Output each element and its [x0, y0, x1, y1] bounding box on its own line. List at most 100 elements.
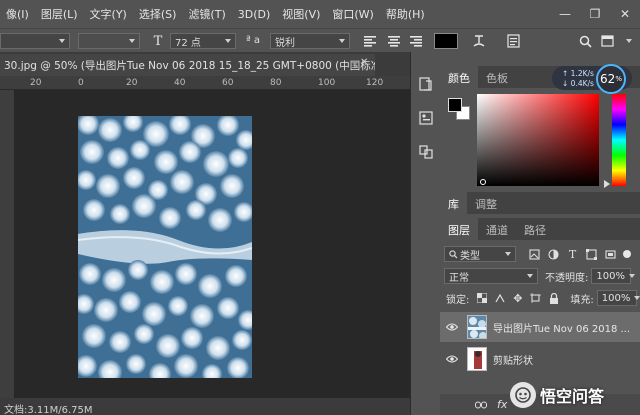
options-bar: T 72 点 ª a 锐利	[0, 28, 640, 52]
lock-all-icon[interactable]	[547, 292, 560, 305]
tab-adjustments[interactable]: 调整	[467, 192, 505, 214]
menu-filter[interactable]: 滤镜(T)	[182, 6, 231, 22]
tab-swatches[interactable]: 色板	[478, 66, 516, 88]
type-filter-icon[interactable]: T	[566, 248, 579, 261]
font-family-select[interactable]	[0, 33, 70, 49]
anti-alias-select[interactable]: 锐利	[270, 33, 350, 49]
search-icon[interactable]	[576, 33, 594, 49]
fill-label: 填充:	[570, 294, 594, 306]
lock-transparent-icon[interactable]	[475, 292, 488, 305]
ruler-tick: 120	[366, 78, 384, 88]
character-panel-icon[interactable]	[504, 33, 522, 49]
lock-label: 锁定:	[446, 294, 470, 306]
layer-row-export[interactable]: 导出图片Tue Nov 06 2018 ...	[440, 312, 640, 342]
window-controls: — ❐ ✕	[550, 0, 640, 28]
chevron-down-icon	[225, 39, 231, 43]
chevron-down-icon	[339, 39, 345, 43]
ruler-tick: 40	[174, 78, 186, 88]
layer-thumbnail	[467, 315, 487, 339]
pixel-filter-icon[interactable]	[528, 248, 541, 261]
blend-mode-select[interactable]: 正常	[444, 268, 538, 284]
tab-channels[interactable]: 通道	[478, 218, 516, 240]
watermark-text: 悟空问答	[540, 387, 605, 406]
layer-filter-content: 类型	[449, 247, 480, 262]
cpu-percent: 62	[600, 72, 616, 86]
close-tab-icon[interactable]: ✕	[360, 57, 368, 68]
align-right-icon[interactable]	[408, 33, 424, 49]
history-panel-icon[interactable]	[414, 72, 438, 96]
properties-panel-icon[interactable]	[414, 106, 438, 130]
font-size-value: 72 点	[175, 37, 201, 49]
ruler-tick: 0	[78, 78, 84, 88]
vertical-ruler	[0, 90, 14, 398]
visibility-eye-icon[interactable]	[440, 323, 464, 331]
menu-view[interactable]: 视图(V)	[276, 6, 326, 22]
minimize-icon[interactable]: —	[550, 0, 580, 28]
layer-name: 导出图片Tue Nov 06 2018 ...	[493, 323, 631, 335]
layer-filter-label: 类型	[460, 250, 480, 262]
upload-rate: ↑ 1.2K/s	[562, 69, 594, 78]
color-picker-cursor[interactable]	[480, 179, 486, 185]
paths-panel-icon[interactable]	[414, 140, 438, 164]
align-left-icon[interactable]	[362, 33, 378, 49]
opacity-value: 100%	[596, 270, 625, 282]
tab-layers[interactable]: 图层	[440, 218, 478, 240]
layer-thumbnail	[467, 347, 487, 371]
search-icon	[449, 249, 458, 258]
shape-filter-icon[interactable]	[585, 248, 598, 261]
document-tab-bar: 30.jpg @ 50% (导出图片Tue Nov 06 2018 15_18_…	[0, 52, 410, 76]
close-icon[interactable]: ✕	[610, 0, 640, 28]
tab-paths[interactable]: 路径	[516, 218, 554, 240]
align-center-icon[interactable]	[386, 33, 402, 49]
lock-pixels-icon[interactable]	[493, 292, 506, 305]
foreground-color-swatch[interactable]	[448, 98, 462, 112]
hue-slider[interactable]	[612, 94, 626, 186]
download-rate: ↓ 0.4K/s	[562, 79, 594, 88]
font-size-select[interactable]: 72 点	[170, 33, 236, 49]
anti-alias-value: 锐利	[275, 37, 295, 49]
menu-image[interactable]: 像(I)	[0, 6, 35, 22]
warp-text-icon[interactable]	[470, 33, 488, 49]
snowy-forest-image[interactable]	[78, 116, 252, 378]
menu-window[interactable]: 窗口(W)	[326, 6, 379, 22]
menu-help[interactable]: 帮助(H)	[380, 6, 431, 22]
layer-row-clip-shape[interactable]: 剪贴形状	[440, 344, 640, 374]
chevron-down-icon	[628, 274, 635, 278]
font-style-select[interactable]	[78, 33, 140, 49]
opacity-input[interactable]: 100%	[591, 268, 635, 284]
layer-filter-select[interactable]: 类型	[444, 246, 516, 262]
cpu-gauge: 62%	[596, 64, 626, 94]
link-layers-icon[interactable]	[474, 398, 487, 411]
menu-3d[interactable]: 3D(D)	[232, 8, 277, 21]
chevron-down-icon[interactable]	[626, 39, 632, 43]
menu-layer[interactable]: 图层(L)	[35, 6, 84, 22]
collapsed-panel-column	[410, 52, 440, 415]
restore-icon[interactable]: ❐	[580, 0, 610, 28]
document-tab[interactable]: 30.jpg @ 50% (导出图片Tue Nov 06 2018 15_18_…	[0, 54, 375, 76]
adjustment-filter-icon[interactable]	[547, 248, 560, 261]
menu-type[interactable]: 文字(Y)	[84, 6, 133, 22]
upload-rate-unit: K/s	[582, 69, 594, 78]
right-panels: 颜色 色板 ↑ 1.2K/s ↓ 0.4K/s 62% 库 调整 图层 通道 路…	[440, 52, 640, 415]
lock-position-icon[interactable]: ✥	[511, 292, 524, 305]
upload-rate-value: 1.2	[570, 69, 583, 78]
download-rate-value: 0.4	[570, 79, 583, 88]
hue-slider-handle[interactable]	[604, 180, 610, 188]
tab-color[interactable]: 颜色	[440, 66, 478, 88]
smart-object-filter-icon[interactable]	[604, 248, 617, 261]
fill-input[interactable]: 100%	[596, 290, 640, 306]
anti-alias-label: ª a	[246, 35, 261, 46]
workspace-icon[interactable]	[598, 33, 616, 49]
filter-toggle-icon[interactable]	[623, 250, 631, 258]
menu-select[interactable]: 选择(S)	[133, 6, 183, 22]
ruler-tick: 80	[270, 78, 282, 88]
text-color-swatch[interactable]	[434, 33, 458, 49]
layer-style-fx-button[interactable]: fx	[497, 398, 507, 411]
status-bar: 文档:3.11M/6.75M	[0, 398, 410, 415]
color-picker-field[interactable]	[477, 94, 599, 186]
document-tab-title: 30.jpg @ 50% (导出图片Tue Nov 06 2018 15_18_…	[4, 60, 375, 72]
ruler-tick: 20	[126, 78, 138, 88]
tab-libraries[interactable]: 库	[440, 192, 467, 214]
visibility-eye-icon[interactable]	[440, 355, 464, 363]
lock-artboard-icon[interactable]	[529, 292, 542, 305]
